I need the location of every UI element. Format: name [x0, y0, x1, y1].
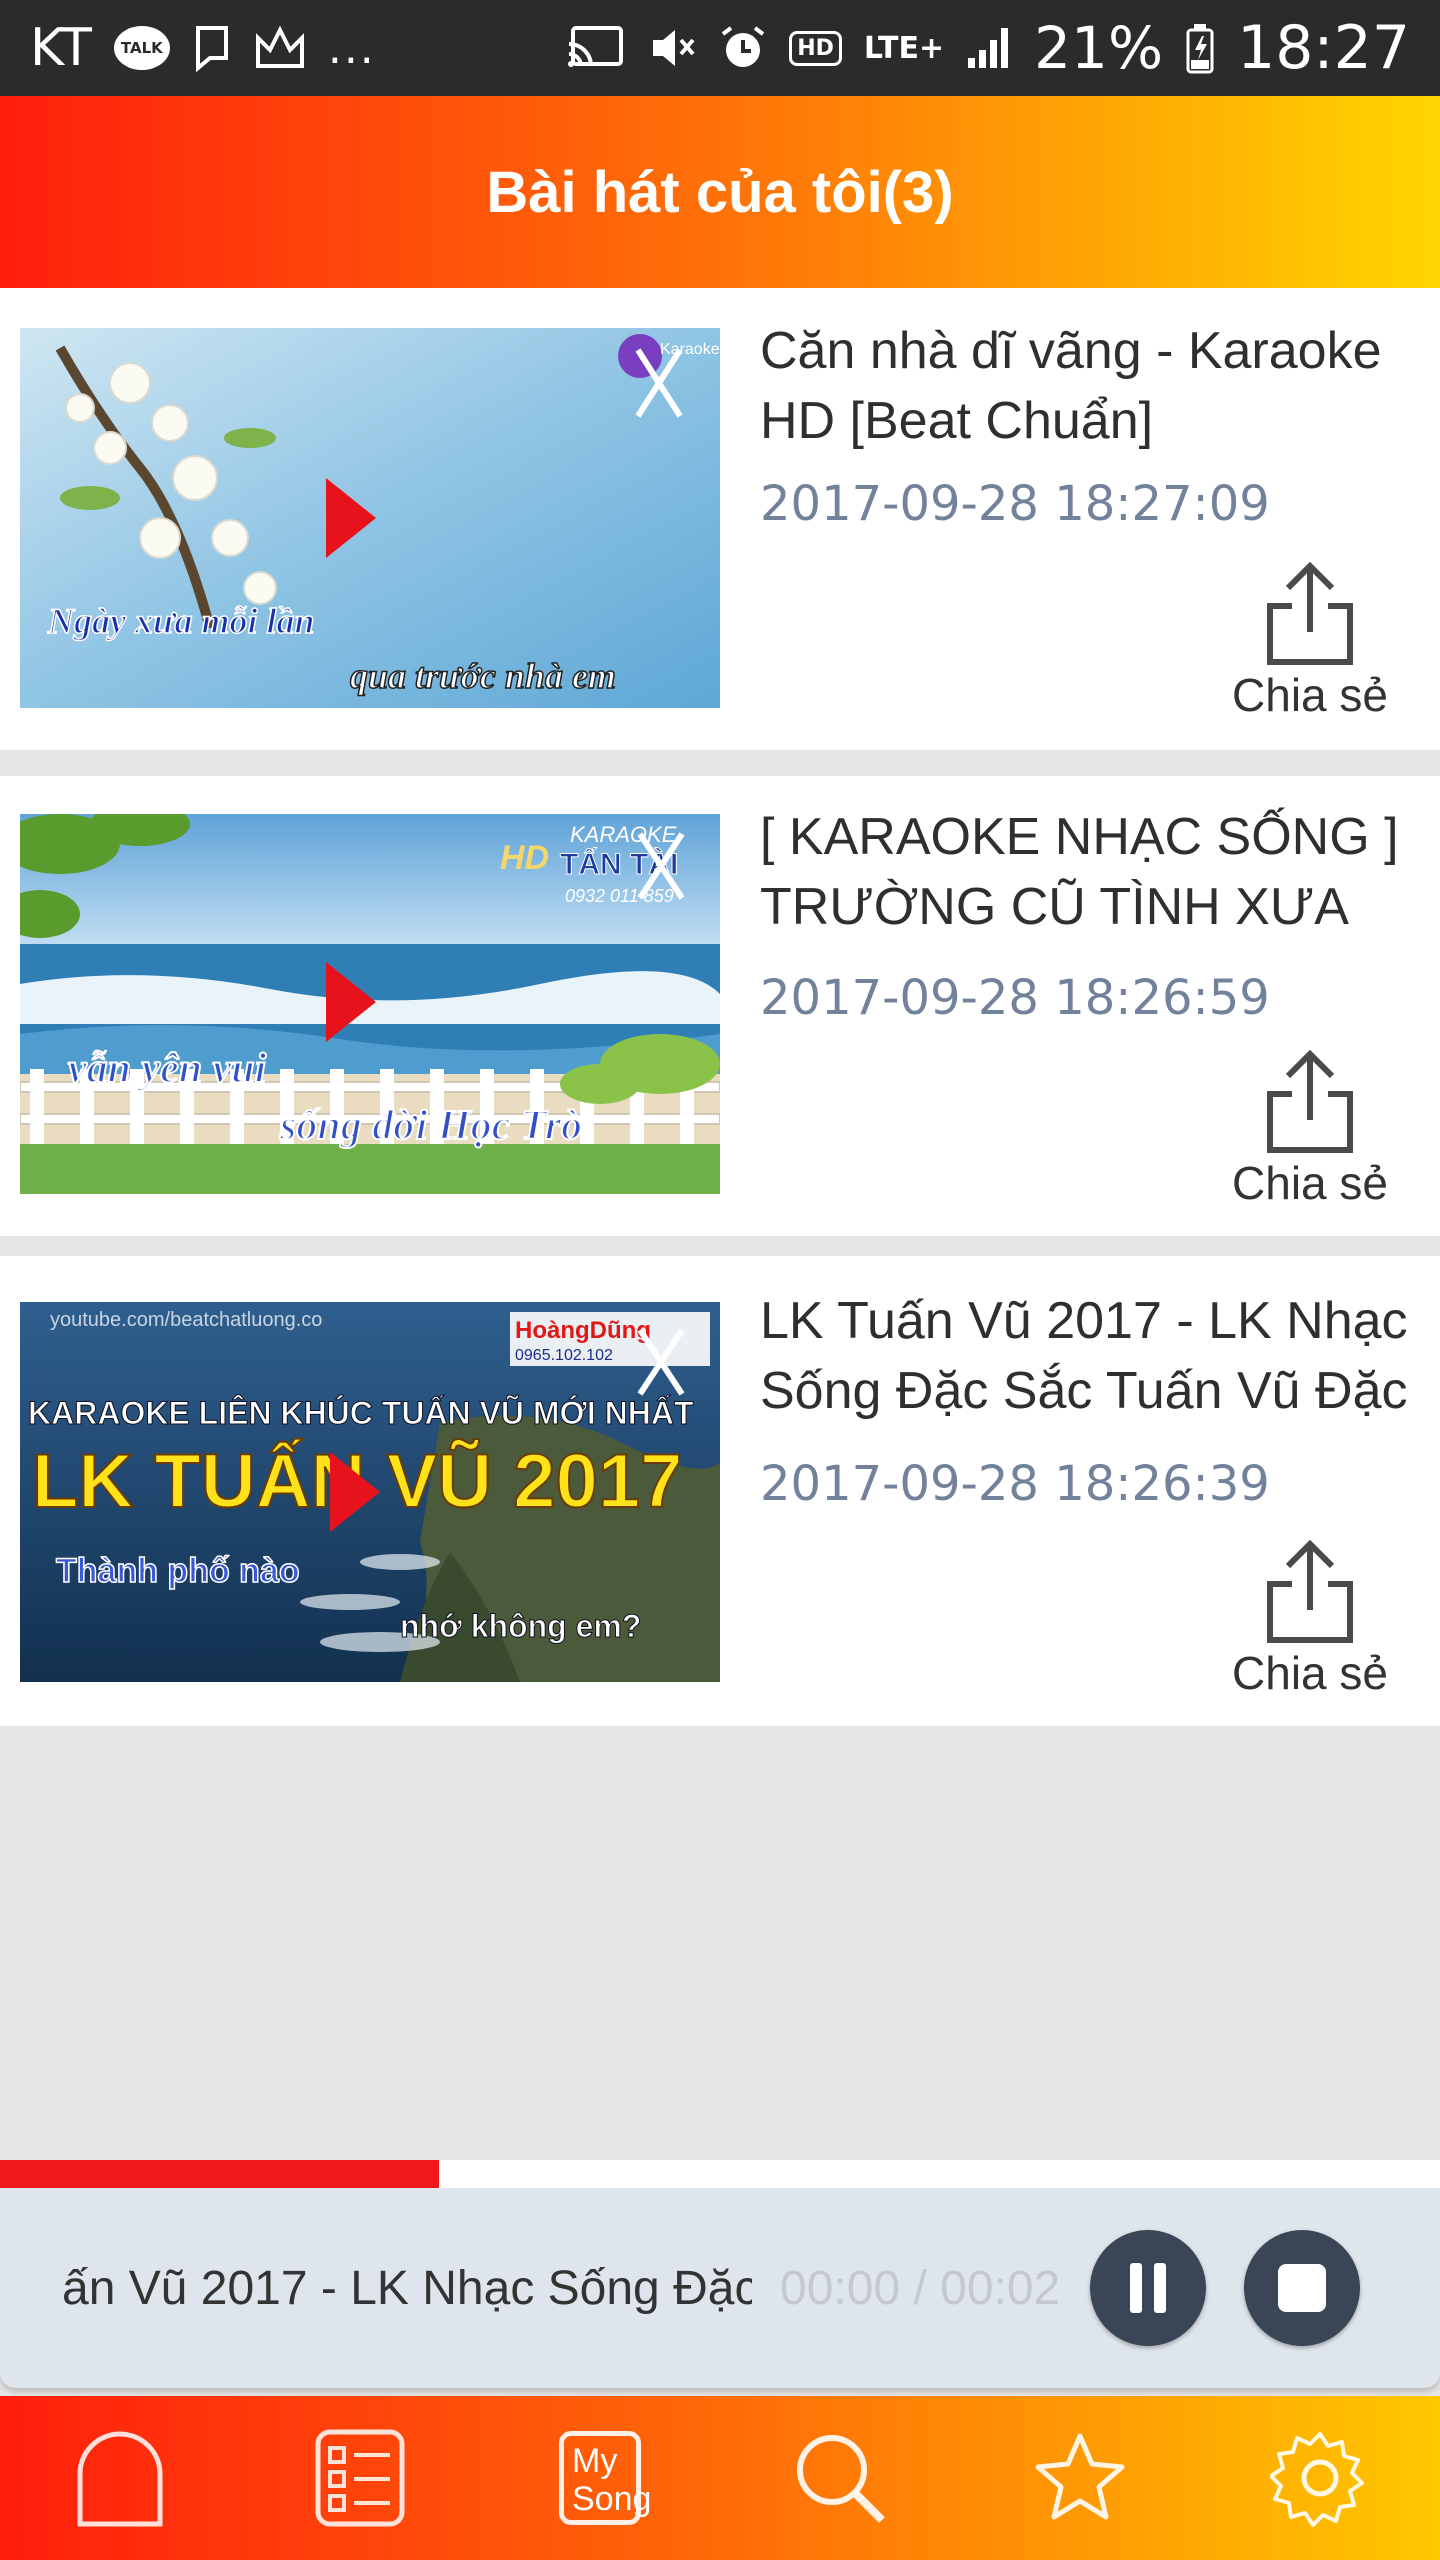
nav-playlist[interactable] — [290, 2408, 430, 2548]
star-icon — [1035, 2433, 1125, 2520]
share-button[interactable]: Chia sẻ — [1220, 1048, 1400, 1218]
page-title: Bài hát của tôi(3) — [486, 159, 954, 225]
thumb-lyric-line2: qua trước nhà em — [350, 656, 616, 696]
thumb-url: youtube.com/beatchatluong.co — [50, 1309, 322, 1331]
thumb-logo: KARAOKE — [570, 822, 677, 847]
more-notifications: ... — [327, 22, 376, 74]
message-icon — [192, 24, 232, 72]
list-icon — [315, 2429, 405, 2527]
my-song-line2: Song — [572, 2480, 652, 2518]
thumb-lyric-line1: vẫn yên vui — [68, 1046, 267, 1092]
song-title[interactable]: [ KARAOKE NHẠC SỐNG ] TRƯỜNG CŨ TÌNH XƯA — [760, 802, 1420, 942]
now-playing-title[interactable]: ấn Vũ 2017 - LK Nhạc Sống Đặc — [62, 2188, 752, 2388]
share-label: Chia sẻ — [1232, 669, 1388, 721]
nav-my-song[interactable]: My Song — [530, 2408, 670, 2548]
status-bar: KT TALK ... HD LTE+ 21% 18:27 — [0, 0, 1440, 96]
video-thumbnail[interactable]: Karaoke Ngày xưa mỗi lần qua trước nhà e… — [20, 328, 720, 708]
pause-icon — [1130, 2263, 1166, 2313]
song-title[interactable]: Căn nhà dĩ vãng - Karaoke HD [Beat Chuẩn… — [760, 316, 1420, 456]
hd-voice-icon: HD — [789, 30, 842, 66]
video-thumbnail[interactable]: HD KARAOKE TẤN TÀI 0932 011 859 vẫn yên … — [20, 814, 720, 1194]
song-date: 2017-09-28 18:26:59 — [760, 970, 1270, 1026]
song-date: 2017-09-28 18:27:09 — [760, 476, 1270, 532]
app-header: Bài hát của tôi(3) — [0, 96, 1440, 288]
status-right: HD LTE+ 21% 18:27 — [565, 13, 1410, 83]
signal-icon — [966, 26, 1012, 70]
thumb-logo: HoàngDũng — [515, 1317, 651, 1344]
nav-home[interactable] — [50, 2408, 190, 2548]
alarm-icon — [719, 24, 767, 72]
carrier-label: KT — [30, 18, 92, 78]
share-icon — [1267, 1049, 1353, 1153]
nav-search[interactable] — [770, 2408, 910, 2548]
search-icon — [797, 2435, 885, 2523]
clock: 18:27 — [1237, 13, 1410, 83]
my-song-line1: My — [572, 2442, 618, 2480]
thumb-logo: Karaoke — [660, 341, 720, 358]
home-icon — [77, 2431, 163, 2527]
nav-favorites[interactable] — [1010, 2408, 1150, 2548]
playback-time: 00:00 / 00:02 — [780, 2261, 1061, 2315]
thumb-lyric-line1: Ngày xưa mỗi lần — [47, 601, 315, 641]
progress-fill — [0, 2160, 440, 2188]
battery-percent: 21% — [1034, 14, 1164, 82]
thumb-lyric-line1: Thành phố nào — [56, 1552, 300, 1590]
kakaotalk-icon: TALK — [113, 26, 170, 70]
cast-icon — [565, 24, 625, 72]
nav-settings[interactable] — [1250, 2408, 1390, 2548]
my-song-icon: My Song — [559, 2431, 652, 2525]
status-left: KT TALK ... — [30, 18, 376, 78]
battery-icon — [1185, 22, 1215, 74]
lte-icon: LTE+ — [863, 30, 945, 66]
song-item[interactable]: Karaoke Ngày xưa mỗi lần qua trước nhà e… — [0, 288, 1440, 750]
playback-progress[interactable] — [0, 2160, 1440, 2188]
thumb-phone: 0932 011 859 — [565, 886, 674, 906]
share-button[interactable]: Chia sẻ — [1220, 560, 1400, 730]
stop-icon — [1278, 2264, 1326, 2312]
stop-button[interactable] — [1244, 2230, 1360, 2346]
share-icon — [1267, 1539, 1353, 1643]
share-button[interactable]: Chia sẻ — [1220, 1538, 1400, 1708]
thumb-banner: KARAOKE LIÊN KHÚC TUẤN VŨ MỚI NHẤT — [28, 1395, 694, 1431]
settings-icon — [1270, 2432, 1364, 2527]
bottom-navigation: My Song — [0, 2396, 1440, 2560]
thumb-lyric-line2: nhớ không em? — [400, 1608, 641, 1644]
thumb-lyric-line2: sống đời Học Trò — [279, 1103, 582, 1149]
mute-icon — [647, 24, 697, 72]
song-title[interactable]: LK Tuấn Vũ 2017 - LK Nhạc Sống Đặc Sắc T… — [760, 1286, 1420, 1426]
share-label: Chia sẻ — [1232, 1157, 1388, 1209]
thumb-phone: 0965.102.102 — [515, 1347, 613, 1364]
song-item[interactable]: HD KARAOKE TẤN TÀI 0932 011 859 vẫn yên … — [0, 776, 1440, 1236]
crown-icon — [254, 26, 306, 70]
video-thumbnail[interactable]: youtube.com/beatchatluong.co HoàngDũng 0… — [20, 1302, 720, 1682]
pause-button[interactable] — [1090, 2230, 1206, 2346]
song-date: 2017-09-28 18:26:39 — [760, 1456, 1270, 1512]
mini-player: ấn Vũ 2017 - LK Nhạc Sống Đặc 00:00 / 00… — [0, 2188, 1440, 2388]
song-item[interactable]: youtube.com/beatchatluong.co HoàngDũng 0… — [0, 1256, 1440, 1726]
thumb-logo-hd: HD — [500, 839, 549, 877]
share-label: Chia sẻ — [1232, 1647, 1388, 1699]
share-icon — [1267, 561, 1353, 665]
